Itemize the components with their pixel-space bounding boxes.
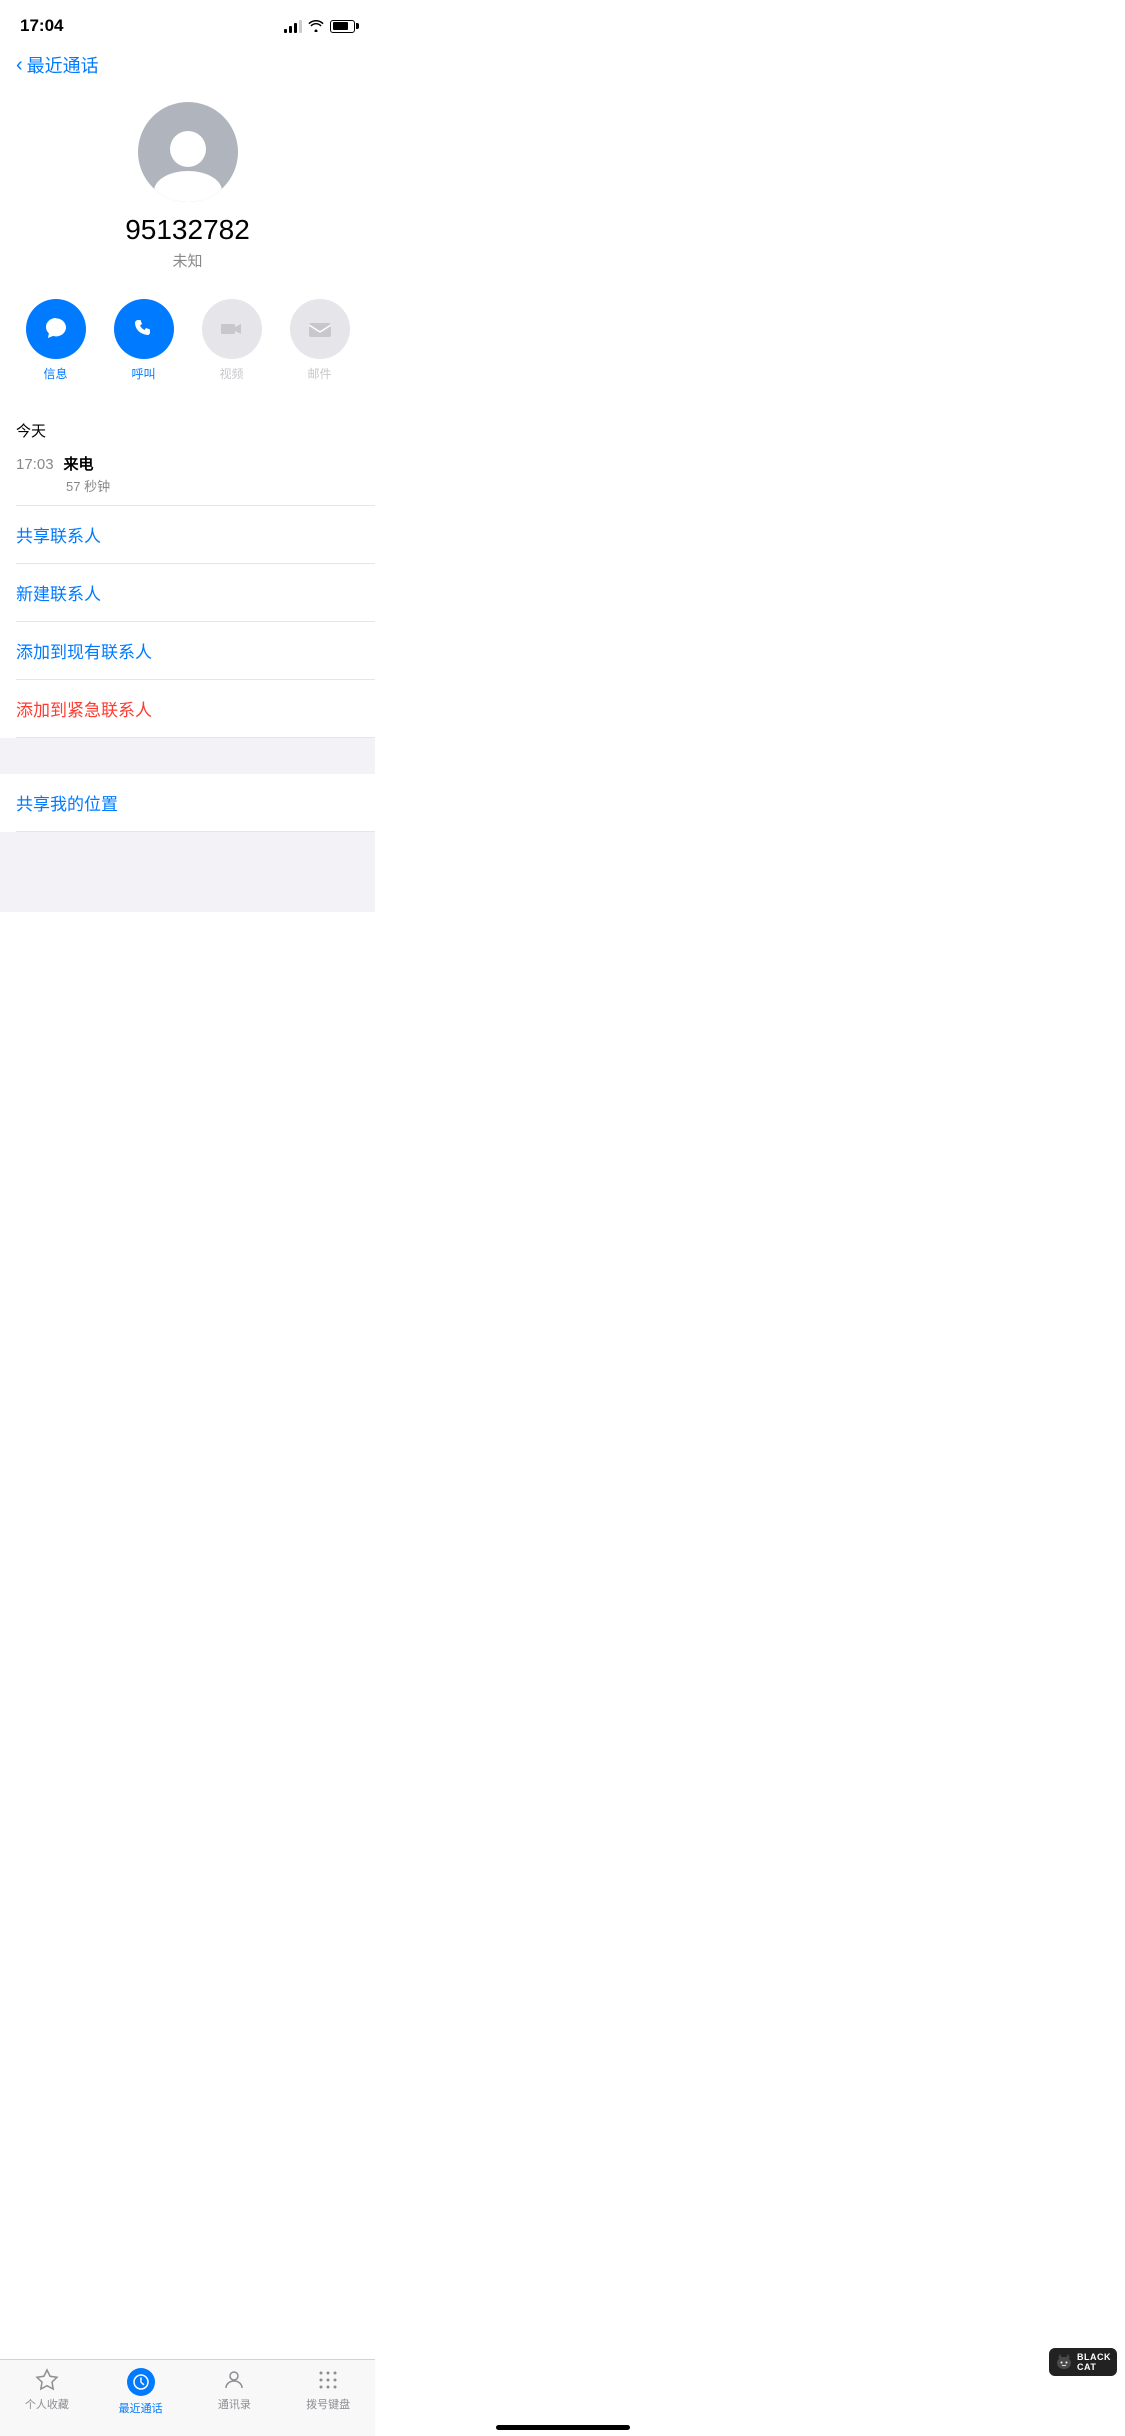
tab-contacts[interactable]: 通讯录: [204, 2368, 264, 2416]
watermark-black: BLACK: [1077, 2352, 1111, 2362]
call-time: 17:03: [16, 456, 54, 473]
back-chevron-icon: ‹: [16, 55, 23, 75]
avatar-person-icon: [154, 131, 222, 202]
tab-recents-label: 最近通话: [119, 2400, 163, 2416]
blackcat-icon: [1055, 2353, 1073, 2371]
status-icons: [284, 19, 355, 33]
contact-label: 未知: [172, 250, 202, 271]
tab-keypad-label: 拨号键盘: [306, 2396, 350, 2412]
home-indicator: [496, 2425, 630, 2430]
call-record: 17:03 来电 57 秒钟: [0, 447, 375, 505]
mail-action-button: 邮件: [290, 299, 350, 382]
gray-spacer-1: [0, 738, 375, 774]
tab-recents[interactable]: 最近通话: [111, 2368, 171, 2416]
back-label: 最近通话: [27, 52, 99, 78]
wifi-icon: [308, 20, 324, 32]
contact-number: 95132782: [125, 214, 250, 246]
share-contact-button[interactable]: 共享联系人: [0, 506, 375, 563]
tab-favorites-label: 个人收藏: [25, 2396, 69, 2412]
video-action-label: 视频: [219, 365, 243, 382]
phone-icon: [131, 316, 157, 342]
new-contact-button[interactable]: 新建联系人: [0, 564, 375, 621]
call-action-button[interactable]: 呼叫: [114, 299, 174, 382]
tab-bar: 个人收藏 最近通话 通讯录 拨号键盘: [0, 2359, 375, 2436]
call-duration: 57 秒钟: [16, 476, 359, 495]
gray-spacer-2: [0, 832, 375, 912]
tab-contacts-label: 通讯录: [218, 2396, 251, 2412]
status-bar: 17:04: [0, 0, 375, 44]
message-icon: [43, 316, 69, 342]
star-icon: [35, 2368, 59, 2392]
call-action-label: 呼叫: [131, 365, 155, 382]
mail-action-label: 邮件: [307, 365, 331, 382]
clock-circle: [127, 2368, 155, 2396]
status-time: 17:04: [20, 16, 63, 36]
avatar: [138, 102, 238, 202]
grid-icon: [316, 2368, 340, 2392]
avatar-section: 95132782 未知: [0, 86, 375, 279]
share-location-button[interactable]: 共享我的位置: [0, 774, 375, 831]
clock-icon: [132, 2373, 150, 2391]
watermark-cat: CAT: [1077, 2362, 1096, 2372]
person-icon: [222, 2368, 246, 2392]
message-action-button[interactable]: 信息: [26, 299, 86, 382]
menu-section-1: 共享联系人 新建联系人 添加到现有联系人 添加到紧急联系人: [0, 506, 375, 738]
action-buttons: 信息 呼叫 视频: [0, 279, 375, 390]
signal-icon: [284, 19, 302, 33]
add-to-existing-button[interactable]: 添加到现有联系人: [0, 622, 375, 679]
tab-favorites[interactable]: 个人收藏: [17, 2368, 77, 2416]
battery-icon: [330, 20, 355, 33]
mail-icon: [307, 316, 333, 342]
add-emergency-button[interactable]: 添加到紧急联系人: [0, 680, 375, 737]
tab-keypad[interactable]: 拨号键盘: [298, 2368, 358, 2416]
message-action-label: 信息: [43, 365, 67, 382]
video-icon: [219, 316, 245, 342]
back-button[interactable]: ‹ 最近通话: [0, 44, 375, 86]
call-history-date: 今天: [0, 406, 375, 447]
menu-section-2: 共享我的位置: [0, 774, 375, 832]
call-type: 来电: [64, 453, 94, 474]
watermark: BLACK CAT: [1049, 2348, 1117, 2376]
video-action-button: 视频: [202, 299, 262, 382]
